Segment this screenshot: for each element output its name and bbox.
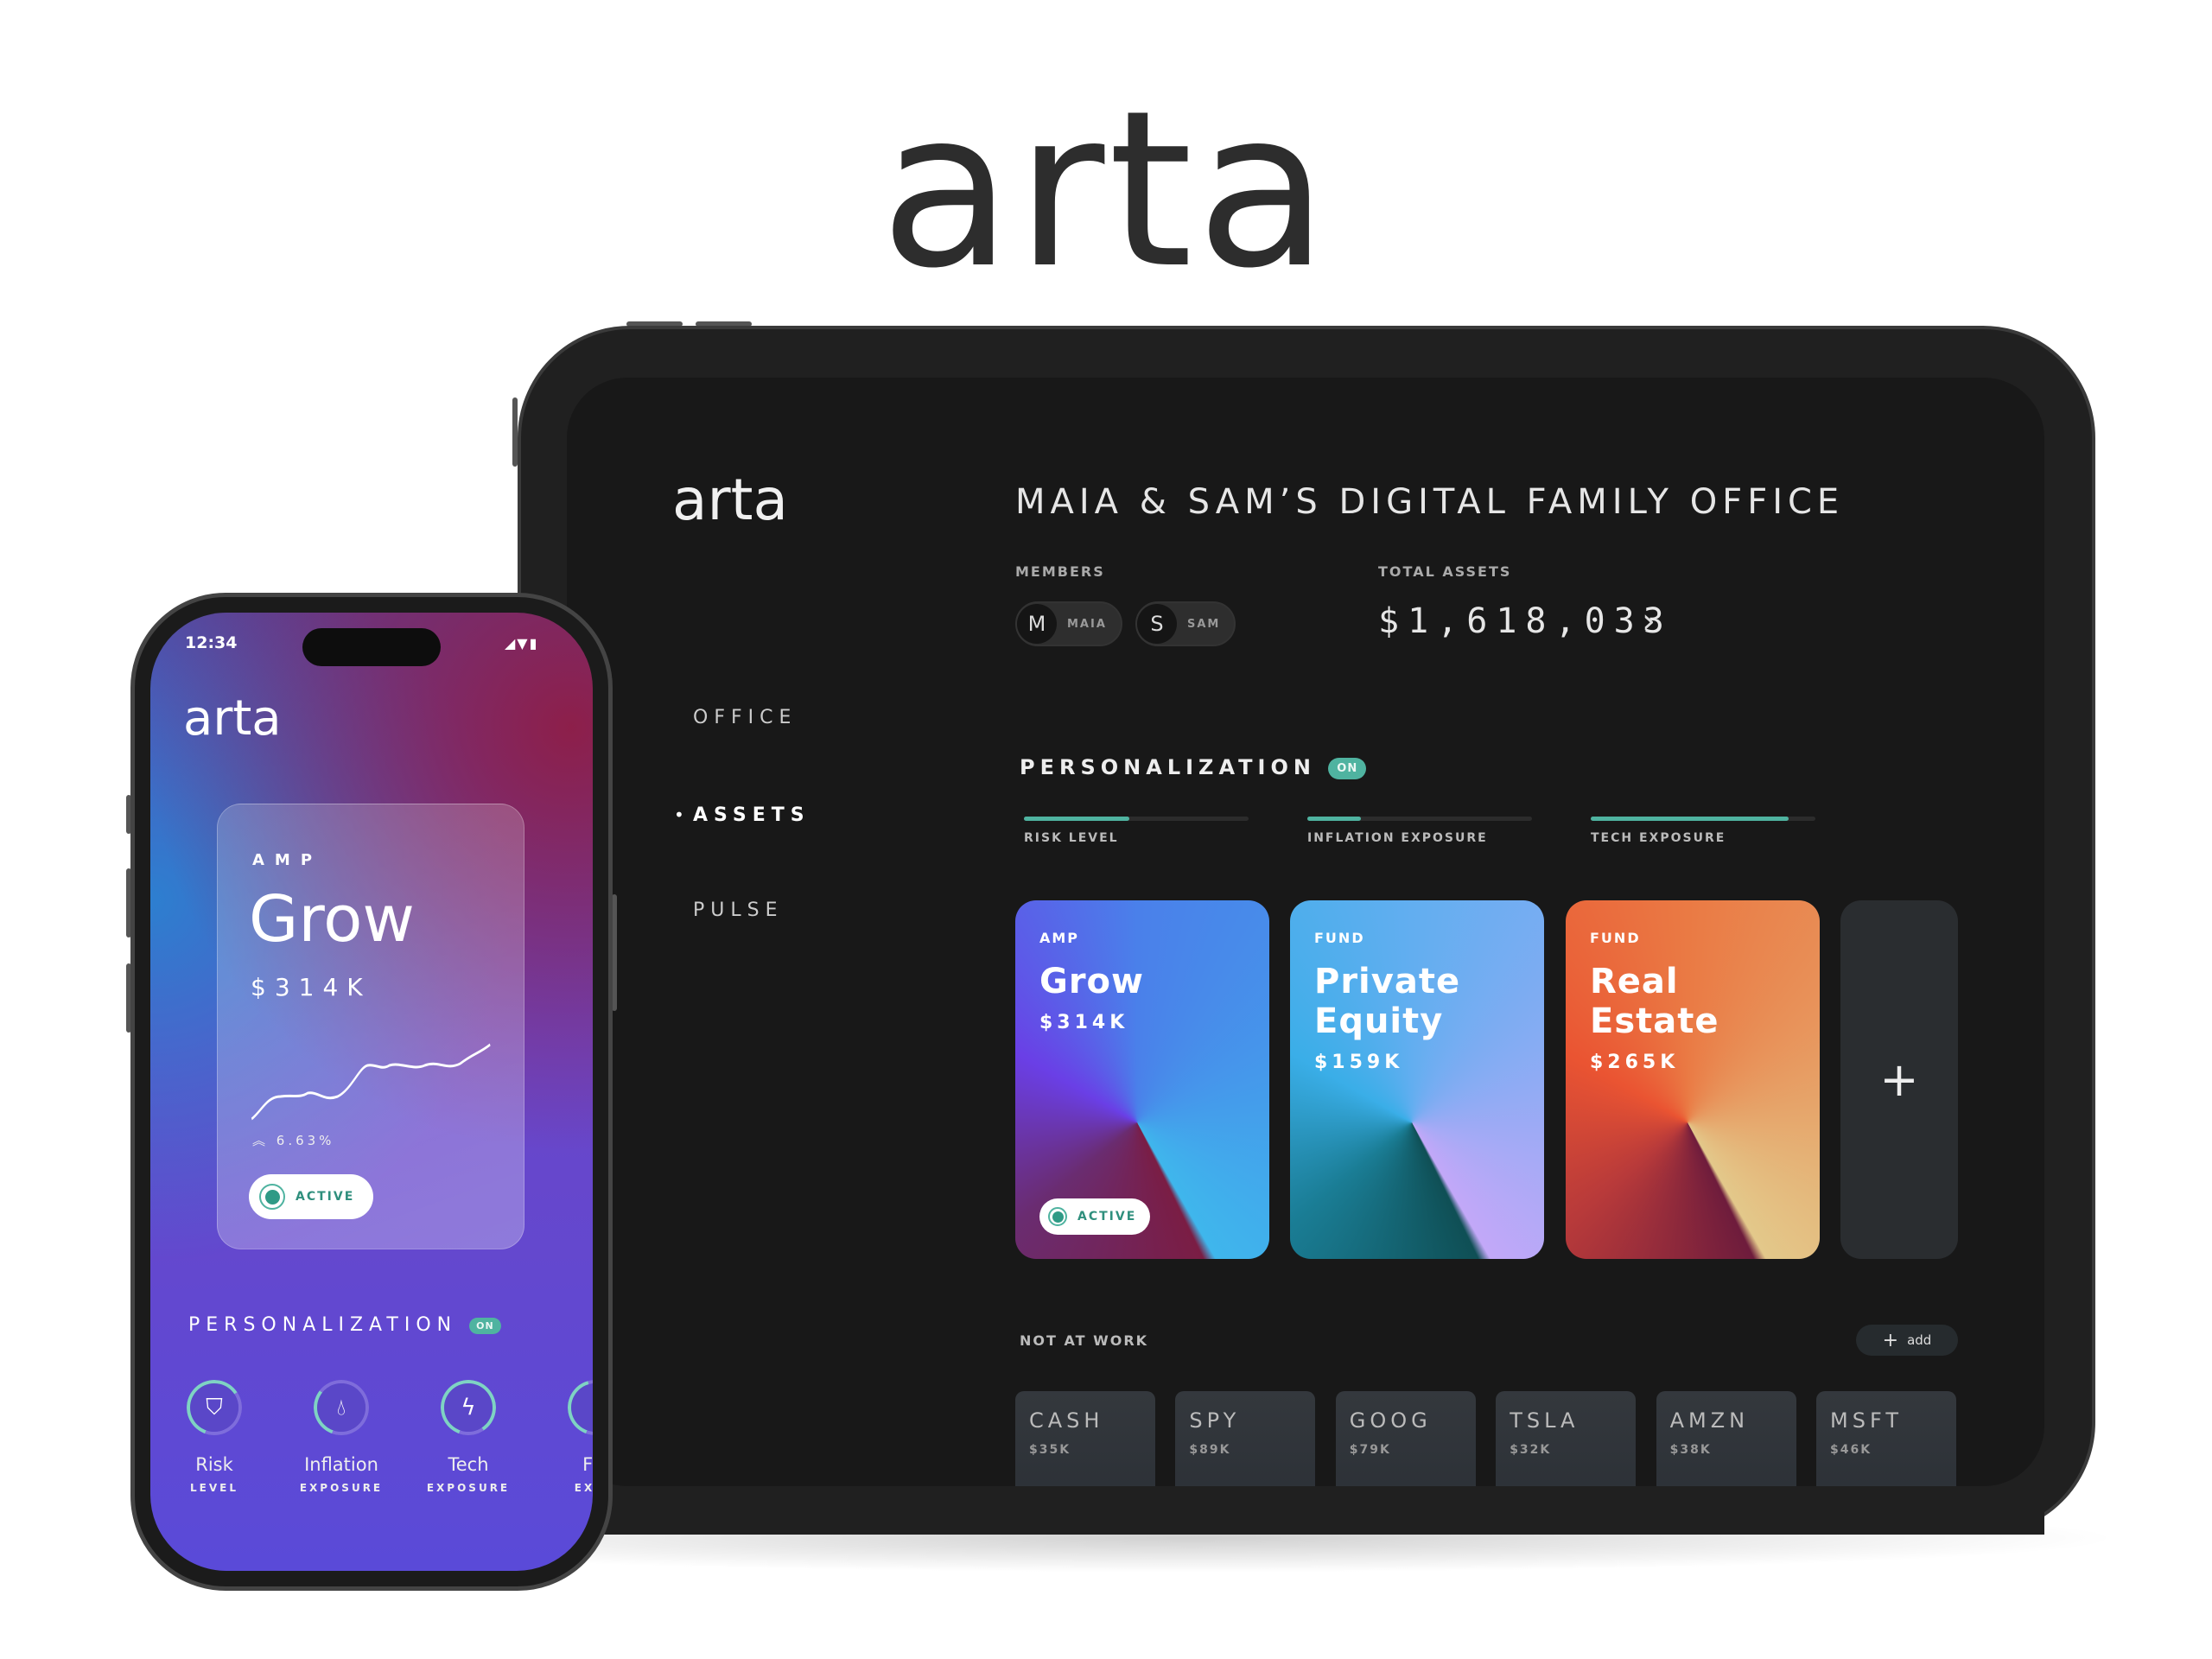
avatar: M: [1017, 604, 1057, 644]
card-type: FUND: [1590, 930, 1641, 946]
card-type: AMP: [1039, 930, 1080, 946]
total-assets-label: TOTAL ASSETS: [1378, 563, 1512, 580]
active-indicator-icon: [1048, 1207, 1067, 1226]
avatar: S: [1137, 604, 1177, 644]
members-label: MEMBERS: [1015, 563, 1105, 580]
dial-label: Inflation: [304, 1454, 378, 1475]
tile-symbol: TSLA: [1510, 1408, 1580, 1433]
tile-value: $46K: [1830, 1443, 1872, 1457]
member-pill-maia[interactable]: M MAIA: [1015, 601, 1122, 646]
card-name: Grow: [249, 882, 415, 957]
shield-icon: ⛉: [190, 1383, 238, 1432]
tile-symbol: CASH: [1029, 1408, 1104, 1433]
card-amount: $314K: [1039, 1012, 1129, 1033]
active-status-badge: ACTIVE: [1039, 1198, 1151, 1235]
personalization-heading: PERSONALIZATION ON: [1020, 755, 1367, 779]
phone-logo: arta: [183, 690, 282, 747]
card-amount: $265K: [1590, 1052, 1680, 1073]
phone-asset-card[interactable]: AMP Grow $314K ︽ 6.63% ACTIVE: [217, 804, 524, 1249]
bar-label: RISK LEVEL: [1024, 831, 1119, 845]
dial-sublabel: EXPO: [574, 1482, 593, 1494]
double-chevron-up-icon: ︽: [252, 1133, 276, 1148]
phone-screen: 12:34 ◢▼▮ arta AMP Grow $314K ︽ 6.63% AC…: [150, 613, 593, 1571]
partial-icon: [571, 1383, 593, 1432]
dial-sublabel: EXPOSURE: [426, 1482, 511, 1494]
nav-assets[interactable]: ASSETS: [693, 804, 810, 826]
card-name: Real Estate: [1590, 962, 1719, 1041]
plus-icon: +: [1879, 1052, 1919, 1107]
card-name: Grow: [1039, 962, 1144, 1001]
personalization-dial[interactable]: [568, 1380, 593, 1435]
card-amount: $159K: [1314, 1052, 1404, 1073]
bar-label: TECH EXPOSURE: [1591, 831, 1726, 845]
personalization-label: PERSONALIZATION: [1020, 755, 1316, 779]
member-pill-sam[interactable]: S SAM: [1135, 601, 1236, 646]
chevron-right-icon[interactable]: ›: [1642, 601, 1656, 641]
change-percent: 6.63%: [276, 1133, 335, 1148]
bar-fill: [1591, 817, 1789, 821]
personalization-dial[interactable]: ⛉: [187, 1380, 242, 1435]
sparkline-chart: [251, 1043, 491, 1121]
asset-card-real-estate[interactable]: FUND Real Estate $265K: [1566, 900, 1820, 1259]
total-assets-value: $1,618,033: [1378, 601, 1673, 641]
drop-icon: 💧︎: [317, 1383, 365, 1432]
not-at-work-label: NOT AT WORK: [1020, 1332, 1149, 1349]
add-card-button[interactable]: +: [1840, 900, 1958, 1259]
active-status-badge: ACTIVE: [249, 1174, 374, 1219]
nav-office[interactable]: OFFICE: [693, 707, 797, 728]
active-indicator-icon: [259, 1184, 285, 1210]
personalization-dial[interactable]: 💧︎: [314, 1380, 369, 1435]
dial-label: Fin: [582, 1454, 593, 1475]
personalization-label: PERSONALIZATION: [188, 1314, 458, 1336]
tile-symbol: MSFT: [1830, 1408, 1903, 1433]
card-type: AMP: [252, 851, 323, 869]
personalization-dial[interactable]: ϟ: [441, 1380, 496, 1435]
asset-card-grow[interactable]: AMP Grow $314K ACTIVE: [1015, 900, 1269, 1259]
personalization-bar[interactable]: [1024, 817, 1249, 821]
tile-symbol: GOOG: [1349, 1408, 1432, 1433]
status-signal-wifi-battery-icon: ◢▼▮: [505, 635, 539, 652]
nav-pulse[interactable]: PULSE: [693, 899, 784, 921]
tablet-bezel-bottom: [567, 1486, 2044, 1535]
card-amount: $314K: [251, 973, 372, 1001]
bolt-icon: ϟ: [444, 1383, 493, 1432]
card-name: Private Equity: [1314, 962, 1461, 1041]
brand-logo: arta: [880, 64, 1332, 315]
tile-value: $38K: [1669, 1443, 1712, 1457]
personalization-bar[interactable]: [1591, 817, 1815, 821]
tablet-logo: arta: [672, 467, 788, 533]
add-label: add: [1907, 1332, 1932, 1348]
add-button[interactable]: + add: [1856, 1325, 1958, 1356]
plus-icon: +: [1882, 1329, 1899, 1351]
asset-card-private-equity[interactable]: FUND Private Equity $159K: [1290, 900, 1544, 1259]
tile-value: $35K: [1029, 1443, 1071, 1457]
tile-symbol: SPY: [1189, 1408, 1241, 1433]
member-name: SAM: [1187, 617, 1221, 631]
page-title: MAIA & SAM’S DIGITAL FAMILY OFFICE: [1015, 482, 1845, 522]
tile-value: $32K: [1510, 1443, 1552, 1457]
member-name: MAIA: [1067, 617, 1107, 631]
personalization-on-badge[interactable]: ON: [469, 1317, 501, 1334]
status-time: 12:34: [185, 633, 238, 652]
tile-value: $89K: [1189, 1443, 1231, 1457]
tile-symbol: AMZN: [1669, 1408, 1750, 1433]
bar-label: INFLATION EXPOSURE: [1307, 831, 1488, 845]
bar-fill: [1024, 817, 1130, 821]
dial-sublabel: EXPOSURE: [299, 1482, 384, 1494]
personalization-on-badge[interactable]: ON: [1328, 757, 1367, 779]
dial-label: Tech: [448, 1454, 489, 1475]
dial-sublabel: LEVEL: [190, 1482, 238, 1494]
bar-fill: [1307, 817, 1362, 821]
phone-personalization-heading: PERSONALIZATION ON: [188, 1314, 501, 1336]
tile-value: $79K: [1349, 1443, 1391, 1457]
active-bullet-icon: •: [674, 804, 684, 825]
card-type: FUND: [1314, 930, 1365, 946]
dial-label: Risk: [195, 1454, 233, 1475]
dynamic-island: [302, 628, 441, 666]
personalization-bar[interactable]: [1307, 817, 1532, 821]
